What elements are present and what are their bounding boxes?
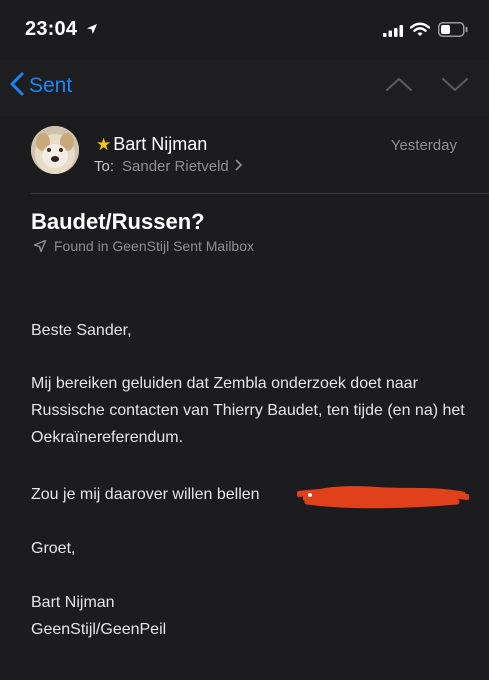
- message-date: Yesterday: [390, 137, 457, 154]
- greeting: Beste Sander,: [31, 322, 132, 339]
- sender-name-label: Bart Nijman: [113, 134, 208, 154]
- chevron-down-icon: [441, 77, 469, 92]
- back-label: Sent: [29, 74, 73, 97]
- back-button[interactable]: Sent: [10, 71, 72, 101]
- star-icon: ★: [96, 134, 112, 154]
- recipient-row: To: Sander Rietveld: [94, 158, 243, 175]
- mailbox-info: Found in GeenStijl Sent Mailbox: [33, 238, 254, 254]
- message-view: ★ Bart Nijman Yesterday To: Sander Rietv…: [0, 116, 489, 680]
- chevron-left-icon: [10, 72, 24, 101]
- redaction-mark: [296, 482, 470, 515]
- header-divider: [31, 193, 489, 194]
- signature-name: Bart Nijman: [31, 594, 115, 611]
- location-arrow-icon: [86, 22, 98, 40]
- subject: Baudet/Russen?: [31, 209, 205, 234]
- signature-org: GeenStijl/GeenPeil: [31, 621, 167, 638]
- status-bar: 23:04: [0, 0, 489, 60]
- battery-icon: [438, 22, 468, 42]
- signal-icon: [383, 24, 403, 42]
- recipient-name[interactable]: Sander Rietveld: [122, 158, 229, 175]
- body-paragraph: Mij bereiken geluiden dat Zembla onderzo…: [31, 375, 465, 446]
- status-time: 23:04: [25, 18, 78, 40]
- chevron-right-icon: [235, 158, 243, 175]
- chevron-up-icon: [385, 77, 413, 92]
- next-message-button[interactable]: [440, 74, 470, 99]
- mailbox-info-label: Found in GeenStijl Sent Mailbox: [54, 238, 254, 254]
- to-label: To:: [94, 158, 115, 175]
- signature: Bart Nijman GeenStijl/GeenPeil: [31, 589, 471, 643]
- sender-name[interactable]: ★ Bart Nijman: [96, 134, 207, 155]
- location-icon: [33, 239, 47, 253]
- navigation-bar: Sent: [0, 60, 489, 116]
- avatar[interactable]: [31, 126, 79, 174]
- previous-message-button[interactable]: [384, 74, 414, 99]
- closing: Groet,: [31, 540, 76, 557]
- wifi-icon: [409, 22, 431, 42]
